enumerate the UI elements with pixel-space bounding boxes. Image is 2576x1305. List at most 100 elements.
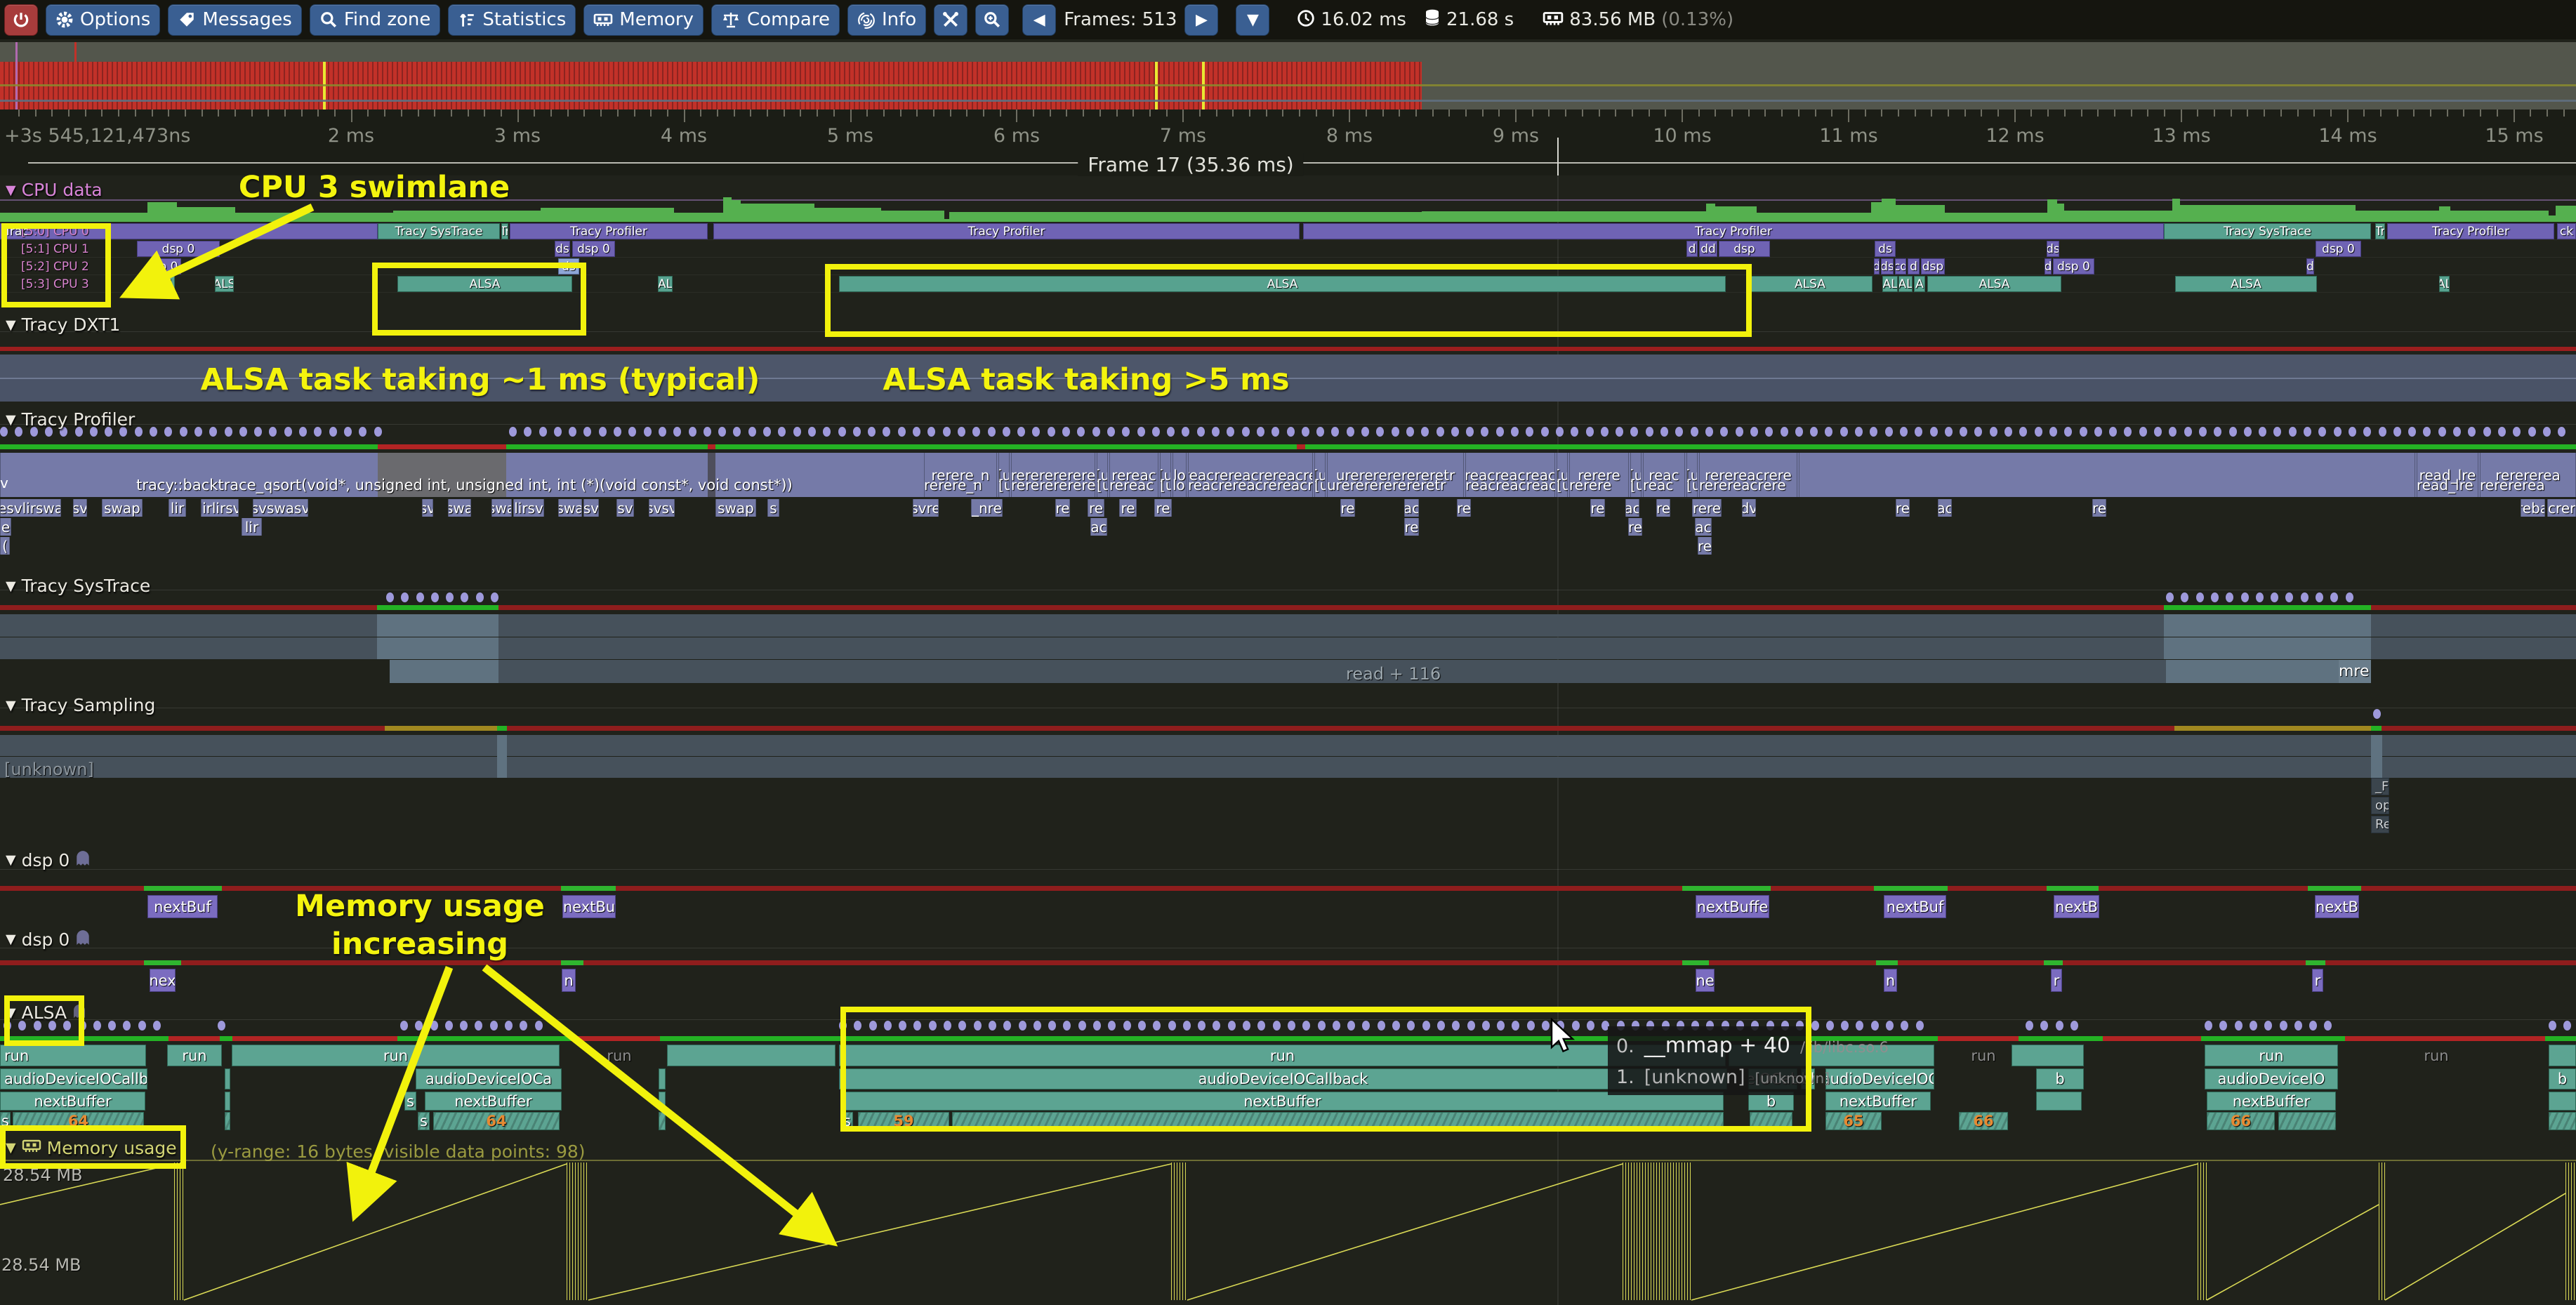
sample-dot[interactable] <box>1856 1021 1863 1031</box>
sample-dot[interactable] <box>431 592 439 602</box>
sample-dot[interactable] <box>2280 1021 2287 1031</box>
sample-dot[interactable] <box>1705 427 1713 437</box>
sample-dot[interactable] <box>135 427 143 437</box>
sample-dot[interactable] <box>2304 427 2311 437</box>
sample-dot[interactable] <box>430 1021 438 1031</box>
sample-dot[interactable] <box>1571 427 1578 437</box>
sample-dot[interactable] <box>1601 427 1609 437</box>
sample-dot[interactable] <box>898 427 906 437</box>
sample-dot[interactable] <box>628 427 636 437</box>
alsa-zone[interactable] <box>2549 1045 2576 1066</box>
zone[interactable]: re <box>1590 499 1605 517</box>
cpu-zone[interactable]: dsp <box>1921 258 1945 274</box>
alsa-zone[interactable]: audioDeviceIOCa <box>416 1068 562 1089</box>
sample-dot[interactable] <box>554 427 562 437</box>
alsa-zone[interactable] <box>225 1068 230 1089</box>
sample-dot[interactable] <box>2244 427 2252 437</box>
sample-dot[interactable] <box>1781 427 1788 437</box>
cpu-zone[interactable]: dsp <box>1719 241 1770 257</box>
sample-dot[interactable] <box>823 427 831 437</box>
cpu-zone[interactable]: d <box>161 276 175 292</box>
sample-dot[interactable] <box>2513 427 2521 437</box>
sample-dot[interactable] <box>445 1021 453 1031</box>
alsa-zone[interactable]: run <box>167 1045 222 1066</box>
sample-dot[interactable] <box>2250 1021 2257 1031</box>
alsa-zone[interactable] <box>2036 1092 2082 1111</box>
sample-dot[interactable] <box>2423 427 2431 437</box>
sample-dot[interactable] <box>1811 1021 1819 1031</box>
dsp-zone[interactable]: n <box>562 969 576 992</box>
section-header-tracy-sampling[interactable]: ▼Tracy Sampling <box>6 695 155 715</box>
zone[interactable]: swa <box>491 499 512 517</box>
sample-dot[interactable] <box>1765 427 1773 437</box>
sample-dot[interactable] <box>1137 427 1145 437</box>
section-header-tracy-dxt1[interactable]: ▼Tracy DXT1 <box>6 314 120 335</box>
sample-dot[interactable] <box>1392 427 1399 437</box>
sample-dot[interactable] <box>2235 1021 2243 1031</box>
systrace-zone-mre[interactable]: mre <box>2339 660 2371 683</box>
sample-dot[interactable] <box>1916 1021 1924 1031</box>
sample-dot[interactable] <box>535 1021 543 1031</box>
cpu-zone[interactable]: dd <box>1699 241 1717 257</box>
sample-dot[interactable] <box>2064 427 2072 437</box>
sample-dot[interactable] <box>1720 427 1728 437</box>
sample-dot[interactable] <box>2498 427 2506 437</box>
sample-dot[interactable] <box>415 1021 423 1031</box>
sample-dot[interactable] <box>659 427 666 437</box>
find-zone-button[interactable]: Find zone <box>310 4 441 36</box>
sample-dot[interactable] <box>344 427 352 437</box>
sample-dot[interactable] <box>1242 427 1250 437</box>
collapse-triangle-icon[interactable]: ▼ <box>6 852 16 868</box>
sample-dot[interactable] <box>599 427 607 437</box>
sample-dot[interactable] <box>2004 427 2012 437</box>
sample-dot[interactable] <box>93 1021 101 1031</box>
sample-dot[interactable] <box>2289 427 2297 437</box>
zone[interactable]: re <box>1154 499 1172 517</box>
cpu-zone[interactable]: ALSA <box>2175 276 2317 292</box>
sample-dot[interactable] <box>927 427 935 437</box>
cpu-zone[interactable]: Tr <box>501 223 508 239</box>
sample-dot[interactable] <box>1691 427 1698 437</box>
sample-dot[interactable] <box>644 427 652 437</box>
tools-button[interactable] <box>934 4 967 36</box>
dsp-zone[interactable]: nextBuf <box>1884 895 1946 918</box>
sample-dot[interactable] <box>2109 427 2117 437</box>
sampling-zone-row[interactable] <box>0 735 2576 756</box>
sample-dot[interactable] <box>2543 427 2551 437</box>
zone[interactable]: swap <box>102 499 143 517</box>
sample-dot[interactable] <box>314 427 322 437</box>
sample-dot[interactable] <box>150 427 157 437</box>
sample-dot[interactable] <box>2294 1021 2302 1031</box>
sample-dot[interactable] <box>386 592 394 602</box>
sample-dot[interactable] <box>2214 427 2221 437</box>
sample-dot[interactable] <box>972 427 980 437</box>
sample-dot[interactable] <box>1901 1021 1908 1031</box>
sample-dot[interactable] <box>2259 427 2266 437</box>
sample-dot[interactable] <box>2558 427 2565 437</box>
zone[interactable]: re <box>1404 518 1419 536</box>
sample-dot[interactable] <box>1795 427 1803 437</box>
zone[interactable]: sv <box>616 499 634 517</box>
sample-dot[interactable] <box>2349 427 2356 437</box>
sample-dot[interactable] <box>1436 427 1444 437</box>
alsa-zone[interactable] <box>659 1092 666 1111</box>
cpu-zone[interactable]: dsp 0 <box>572 241 615 257</box>
sample-dot[interactable] <box>2049 427 2057 437</box>
sample-dot[interactable] <box>2363 427 2371 437</box>
sample-dot[interactable] <box>778 427 786 437</box>
sample-dot[interactable] <box>239 427 247 437</box>
sample-dot[interactable] <box>1032 427 1040 437</box>
alsa-zone[interactable]: 64 <box>433 1112 560 1130</box>
zone[interactable]: ( <box>0 537 10 555</box>
zone[interactable]: sv <box>73 499 87 517</box>
dsp-zone[interactable]: ne <box>1696 969 1715 992</box>
alsa-zone[interactable] <box>2549 1112 2576 1130</box>
sample-dot[interactable] <box>108 1021 116 1031</box>
dsp-zone[interactable]: nextB <box>2315 895 2359 918</box>
alsa-zone[interactable] <box>225 1112 230 1130</box>
sample-dot[interactable] <box>2205 1021 2212 1031</box>
info-button[interactable]: Info <box>847 4 926 36</box>
cpu-zone[interactable]: dsp 0 <box>2316 241 2361 257</box>
compare-button[interactable]: Compare <box>711 4 840 36</box>
cpu-zone[interactable]: dsp 0 <box>137 241 220 257</box>
